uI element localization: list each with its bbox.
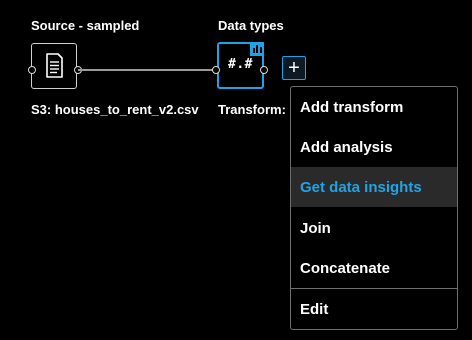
menu-item-concatenate[interactable]: Concatenate bbox=[291, 248, 457, 288]
transform-node[interactable]: #.# bbox=[217, 42, 264, 89]
source-input-port[interactable] bbox=[28, 66, 36, 74]
source-node-title: Source - sampled bbox=[31, 18, 140, 33]
menu-item-add-transform[interactable]: Add transform bbox=[291, 87, 457, 127]
plus-icon: + bbox=[288, 57, 300, 79]
source-node-caption: S3: houses_to_rent_v2.csv bbox=[31, 102, 199, 117]
source-node[interactable] bbox=[31, 43, 77, 89]
transform-input-port[interactable] bbox=[212, 66, 220, 74]
menu-item-join[interactable]: Join bbox=[291, 208, 457, 248]
menu-item-get-data-insights[interactable]: Get data insights bbox=[291, 167, 457, 207]
menu-item-add-analysis[interactable]: Add analysis bbox=[291, 127, 457, 167]
connection-edge bbox=[78, 69, 214, 71]
add-step-button[interactable]: + bbox=[282, 56, 306, 80]
transform-node-caption: Transform: h bbox=[218, 102, 298, 117]
menu-item-edit[interactable]: Edit bbox=[291, 289, 457, 329]
bar-chart-icon bbox=[250, 42, 264, 56]
transform-output-port[interactable] bbox=[260, 66, 268, 74]
data-types-icon: #.# bbox=[228, 57, 253, 72]
context-menu: Add transform Add analysis Get data insi… bbox=[290, 86, 458, 330]
document-icon bbox=[45, 52, 63, 78]
transform-node-title: Data types bbox=[218, 18, 284, 33]
